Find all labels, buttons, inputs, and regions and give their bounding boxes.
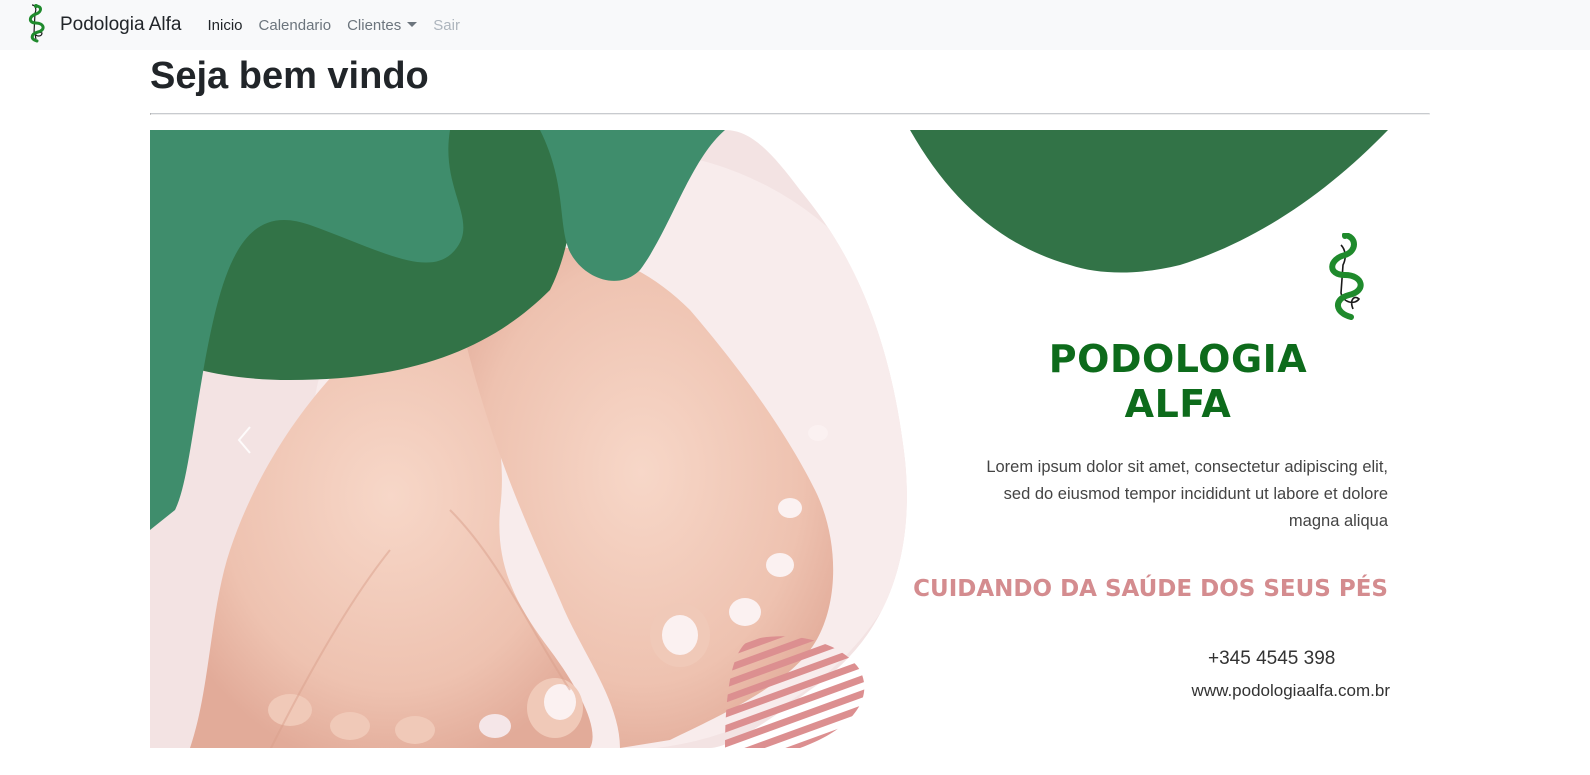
banner-title-line1: PODOLOGIA [1048,337,1308,381]
banner-artwork [150,130,1388,748]
nav-calendario[interactable]: Calendario [259,17,332,34]
banner-title: PODOLOGIA ALFA [968,337,1388,427]
chevron-left-icon [237,426,251,454]
banner-description: Lorem ipsum dolor sit amet, consectetur … [986,458,1388,530]
nav-sair: Sair [433,16,460,34]
carousel: PODOLOGIA ALFA Lorem ipsum dolor sit ame… [150,130,1390,748]
nav-clientes-label: Clientes [347,16,402,34]
podologia-alfa-logo-icon [1329,233,1364,320]
main-nav: Inicio Calendario Clientes Sair [208,17,476,34]
nav-inicio[interactable]: Inicio [208,17,243,34]
nav-clientes-dropdown[interactable]: Clientes [347,16,418,34]
banner-website: www.podologiaalfa.com.br [1191,681,1390,700]
banner-tagline: CUIDANDO DA SAÚDE DOS SEUS PÉS [913,576,1388,602]
brand-name: Podologia Alfa [60,14,182,35]
snake-foot-logo-icon [28,4,45,43]
carousel-prev-button[interactable] [210,390,280,490]
title-divider [150,113,1430,115]
banner-phone: +345 4545 398 [1208,648,1336,669]
navbar: Podologia Alfa Inicio Calendario Cliente… [0,0,1590,50]
caret-down-icon [407,21,418,27]
banner-title-line2: ALFA [1124,382,1232,426]
page-title: Seja bem vindo [150,55,429,97]
navbar-brand[interactable]: Podologia Alfa [22,4,182,43]
